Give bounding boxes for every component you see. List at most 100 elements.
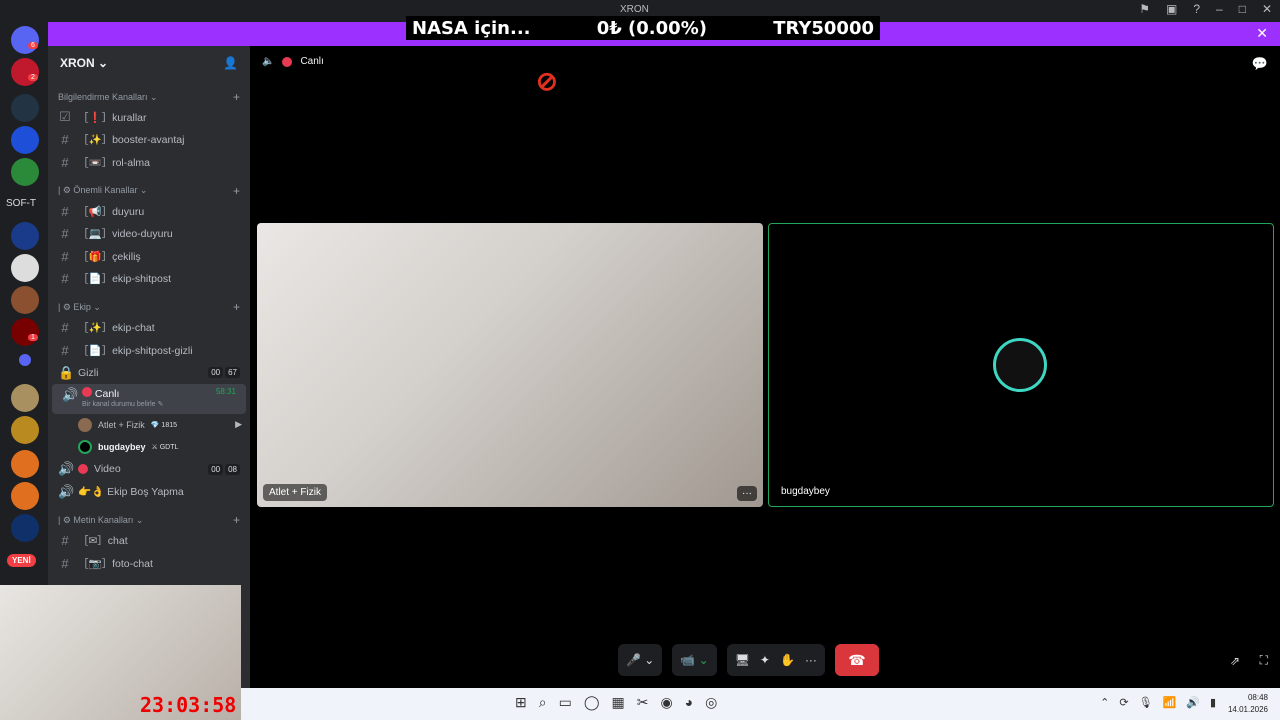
mic-button[interactable]: 🎤 ⌄ [618,644,663,676]
more-icon[interactable]: ··· [805,653,817,667]
capcut-icon[interactable]: ✂ [637,694,649,711]
add-channel-icon[interactable]: + [233,300,240,314]
mic-icon[interactable]: 🎙 [1139,696,1153,709]
store-icon[interactable]: ▦ [611,694,624,711]
hash-icon: # [61,555,69,571]
file-explorer-icon[interactable]: ▭ [559,694,572,711]
channel-item[interactable]: # ［✉］chat [48,529,250,552]
new-badge[interactable]: YENİ [7,554,36,567]
voice-channel-bos[interactable]: 🔊 👉👌 Ekip Boş Yapma [48,481,250,504]
maximize-icon[interactable]: □ [1239,2,1246,16]
category-header[interactable]: | ⚙ Önemli Kanallar ⌄ + [48,182,250,200]
hash-icon: # [61,248,69,264]
hangup-button[interactable]: ☎ [834,644,879,676]
call-controls: 🎤 ⌄ 📹 ⌄ 🖥 ✦ ✋ ··· ☎ [618,644,879,676]
user-counter: 00 08 [208,463,240,475]
voice-channel-canli[interactable]: 🔊 Canlı Bir kanal durumu belirle ✎ 58:31 [52,383,246,414]
opera-icon[interactable]: ◯ [584,694,600,711]
help-icon[interactable]: ? [1193,2,1200,16]
speaker-icon: 🔊 [58,461,75,477]
windows-start-icon[interactable]: ⊞ [515,694,527,711]
voice-channel-video[interactable]: 🔊 Video 00 08 [48,458,250,481]
screen-icon[interactable]: ▣ [1166,2,1177,16]
avatar [78,417,92,432]
channel-item[interactable]: # ［📄］ekip-shitpost [48,268,250,291]
sync-icon[interactable]: ⟳ [1119,696,1128,709]
server-m-badge: 2 [28,74,38,81]
channel-item[interactable]: ☑ ［❗］kurallar [48,106,250,129]
minimize-icon[interactable]: – [1216,2,1223,16]
server-header[interactable]: XRON ⌄ 👤 [48,46,250,80]
avatar [993,338,1047,392]
voice-channel-gizli[interactable]: 🔒 Gizli 00 67 [48,361,250,384]
close-icon[interactable]: ✕ [1262,2,1272,16]
folder-icon[interactable] [19,354,31,366]
search-icon[interactable]: ⌕ [539,694,547,711]
add-channel-icon[interactable]: + [233,513,240,527]
volume-icon[interactable]: 🔊 [1186,696,1200,709]
server-icon-planet[interactable] [11,94,39,122]
server-icon-m[interactable] [11,58,39,86]
hash-icon: # [61,203,69,219]
activities-icon[interactable]: ✦ [760,653,770,667]
server-icon-face[interactable] [11,286,39,314]
lock-icon: 🔒 [58,364,75,380]
discord-home-icon[interactable] [11,26,39,54]
steam-icon[interactable]: ◎ [705,694,717,711]
window-title: XRON [620,4,649,15]
action-group: 🖥 ✦ ✋ ··· [726,644,825,676]
battery-icon[interactable]: ▮ [1210,696,1216,709]
server-icon-char2[interactable] [11,482,39,510]
voice-user[interactable]: Atlet + Fizik 💎 1815 ▶ [48,414,250,436]
video-tile-left[interactable]: Atlet + Fizik ··· [257,223,763,507]
add-channel-icon[interactable]: + [233,184,240,198]
server-xio-badge: 1 [28,334,38,341]
channel-item[interactable]: # ［✨］ekip-chat [48,316,250,339]
server-label-soft[interactable]: SOF-T [6,198,36,209]
server-icon-blue[interactable] [11,126,39,154]
camera-button[interactable]: 📹 ⌄ [672,644,717,676]
clock[interactable]: 08:48 14.01.2026 [1228,692,1268,716]
home-badge: 6 [28,42,38,49]
channel-item[interactable]: # ［💻］video-duyuru [48,222,250,245]
category-header[interactable]: Bilgilendirme Kanalları ⌄ + [48,88,250,106]
category-header[interactable]: | ⚙ Metin Kanalları ⌄ + [48,511,250,529]
popout-icon[interactable]: ⇗ [1230,654,1240,668]
channel-item[interactable]: # ［📷］foto-chat [48,552,250,575]
discord-icon[interactable]: ◕ [685,694,693,711]
hash-icon: # [61,132,69,148]
server-icon-crest[interactable] [11,384,39,412]
hash-icon: # [61,532,69,548]
screen-share-icon[interactable]: 🖥 [735,653,750,667]
add-channel-icon[interactable]: + [233,90,240,104]
channel-item[interactable]: # ［📄］ekip-shitpost-gizli [48,339,250,362]
server-icon-char1[interactable] [11,450,39,478]
channel-item[interactable]: # ［📢］duyuru [48,200,250,223]
speaker-icon: 🔈 [262,56,275,67]
fullscreen-icon[interactable]: ⛶ [1260,653,1268,668]
channel-item[interactable]: # ［✨］booster-avantaj [48,129,250,152]
wifi-icon[interactable]: 📶 [1163,696,1177,709]
video-tile-right[interactable]: bugdaybey [768,223,1274,507]
chat-icon[interactable]: 💬 [1252,56,1268,72]
channel-item[interactable]: # ［📼］rol-alma [48,151,250,174]
ticker-left: NASA için... [412,17,531,39]
channel-item[interactable]: # ［🎁］çekiliş [48,245,250,268]
add-member-icon[interactable]: 👤 [223,56,238,70]
server-icon-fb[interactable] [11,514,39,542]
inbox-icon[interactable]: ⚑ [1139,2,1150,16]
server-icon-sky[interactable] [11,222,39,250]
server-icon-ball[interactable] [11,254,39,282]
server-icon-gold[interactable] [11,416,39,444]
stock-ticker: NASA için... 0₺ (0.00%) TRY50000 [406,16,880,40]
server-icon-xio[interactable] [11,318,39,346]
soundboard-icon[interactable]: ✋ [780,653,795,667]
server-icon-green[interactable] [11,158,39,186]
channel-status[interactable]: Bir kanal durumu belirle ✎ [82,400,163,408]
banner-close-icon[interactable]: ✕ [1256,25,1268,42]
more-options-button[interactable]: ··· [737,486,757,501]
obs-icon[interactable]: ◉ [660,694,672,711]
chevron-up-icon[interactable]: ⌃ [1100,696,1109,709]
category-header[interactable]: | ⚙ Ekip ⌄ + [48,298,250,316]
voice-user[interactable]: bugdaybey ⚔ GDTL [48,436,250,458]
